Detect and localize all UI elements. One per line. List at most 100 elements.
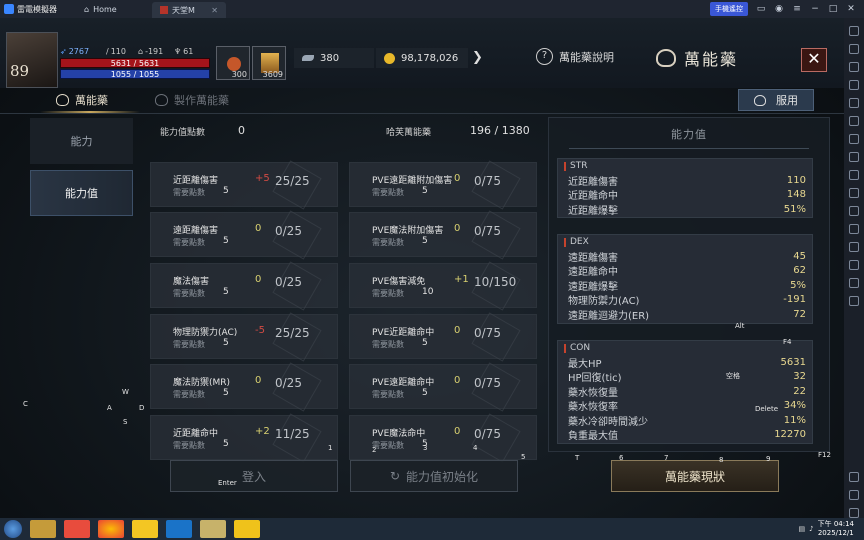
keymap-t: T xyxy=(575,454,580,462)
stat-card-bonus: 0 xyxy=(255,375,262,386)
potion-slot[interactable]: 300 xyxy=(216,46,250,80)
stat-card[interactable]: PVE近距離命中 需要點數 5 0 0/75 xyxy=(349,312,537,362)
stat-card[interactable]: 遠距離傷害 需要點數 5 0 0/25 xyxy=(150,210,338,260)
combat-power: ➶ 2767 xyxy=(60,47,90,56)
stat-card-name: PVE魔法命中 xyxy=(372,429,426,439)
stat-card-need-label: 需要點數 xyxy=(173,289,205,298)
subnav-stats[interactable]: 能力值 xyxy=(30,170,133,216)
keymap-space: 空格 xyxy=(726,372,740,380)
adena-currency: 98,178,026 xyxy=(376,48,468,68)
stat-card-ratio: 0/25 xyxy=(275,376,302,390)
keymap-8: 8 xyxy=(719,456,724,464)
volume-up-icon[interactable] xyxy=(849,62,859,72)
gamepad-icon[interactable]: ▭ xyxy=(756,4,766,14)
keyboard-icon[interactable] xyxy=(849,26,859,36)
drink-icon xyxy=(754,94,766,106)
tab-elixir[interactable]: 萬能藥 xyxy=(56,92,108,108)
keymap-enter: Enter xyxy=(218,479,237,487)
shake-icon[interactable] xyxy=(849,224,859,234)
stat-card-need-label: 需要點數 xyxy=(372,238,404,247)
adena-amount: 98,178,026 xyxy=(401,52,459,64)
keymap-alt: Alt xyxy=(735,322,745,330)
stat-card[interactable]: 魔法防禦(MR) 需要點數 5 0 0/25 xyxy=(150,362,338,412)
stat-card-name: PVE遠距離命中 xyxy=(372,378,435,388)
sync-window-icon[interactable] xyxy=(849,278,859,288)
start-button[interactable] xyxy=(4,520,22,538)
close-window-icon[interactable]: ✕ xyxy=(846,4,856,14)
stat-card-need-label: 需要點數 xyxy=(173,238,205,247)
sort-icon[interactable] xyxy=(849,206,859,216)
network-icon[interactable]: ▤ xyxy=(799,525,806,533)
macro-icon[interactable] xyxy=(849,152,859,162)
sync-icon[interactable] xyxy=(849,134,859,144)
ld-store-icon[interactable] xyxy=(132,520,158,538)
apk-icon[interactable] xyxy=(849,188,859,198)
clock[interactable]: 下午 04:14 2025/12/1 xyxy=(818,520,854,538)
stat-a: /110 xyxy=(106,47,126,56)
folder-icon[interactable] xyxy=(849,242,859,252)
adena-coin-icon xyxy=(384,52,395,64)
stat-card[interactable]: 魔法傷害 需要點數 5 0 0/25 xyxy=(150,261,338,311)
reset-stats-button[interactable]: ↻ 能力值初始化 xyxy=(350,460,518,492)
keyboard-control-button[interactable]: 手機遙控 xyxy=(710,2,748,16)
screenshot-icon[interactable] xyxy=(849,98,859,108)
ldplayer-icon[interactable] xyxy=(234,520,260,538)
stat-card-need-label: 需要點數 xyxy=(173,340,205,349)
trophy-icon: ♆ xyxy=(174,47,182,56)
helmet-icon: ⌂ xyxy=(138,47,144,56)
emulator-titlebar: 雷電模擬器 ⌂ Home 天堂M ✕ 手機遙控 ▭ ◉ ≡ − □ ✕ xyxy=(0,0,864,18)
menu-icon[interactable]: ≡ xyxy=(792,4,802,14)
location-icon[interactable] xyxy=(849,260,859,270)
elixir-icon xyxy=(656,49,676,67)
stat-card-need-label: 需要點數 xyxy=(372,340,404,349)
elixir-help-button[interactable]: ? 萬能藥說明 xyxy=(536,48,614,65)
chevron-right-icon[interactable]: ❯ xyxy=(472,50,483,65)
tab-craft-elixir[interactable]: 製作萬能藥 xyxy=(155,92,229,108)
use-elixir-button[interactable]: 服用 xyxy=(738,89,814,111)
recent-apps-icon[interactable] xyxy=(849,508,859,518)
stat-card-name: PVE傷害減免 xyxy=(372,277,426,287)
subnav-ability[interactable]: 能力 xyxy=(30,118,133,164)
record-icon[interactable] xyxy=(849,116,859,126)
file-explorer-icon[interactable] xyxy=(30,520,56,538)
login-button[interactable]: 登入 xyxy=(170,460,338,492)
panel-title-divider xyxy=(569,148,809,149)
feather-currency: 380 xyxy=(294,48,374,68)
game-screen: 89 ➶ 2767 /110 ⌂ -191 ♆ 61 5631 / 5631 1055… xyxy=(0,18,844,518)
volume-down-icon[interactable] xyxy=(849,80,859,90)
chrome-icon[interactable] xyxy=(98,520,124,538)
scroll-slot[interactable]: 3609 xyxy=(252,46,286,80)
user-icon[interactable]: ◉ xyxy=(774,4,784,14)
stat-card[interactable]: PVE魔法附加傷害 需要點數 5 0 0/75 xyxy=(349,210,537,260)
stat-card-need-label: 需要點數 xyxy=(173,188,205,197)
tab-close-icon[interactable]: ✕ xyxy=(211,6,218,15)
stat-card-ratio: 0/75 xyxy=(474,376,501,390)
home-nav-icon[interactable] xyxy=(849,490,859,500)
scissors-icon[interactable] xyxy=(849,170,859,180)
elixir-status-button[interactable]: 萬能藥現狀 xyxy=(611,460,779,492)
stat-card[interactable]: PVE傷害減免 需要點數 10 +1 10/150 xyxy=(349,261,537,311)
feather-icon xyxy=(302,55,314,61)
media-player-icon[interactable] xyxy=(64,520,90,538)
stat-card[interactable]: 物理防禦力(AC) 需要點數 5 -5 25/25 xyxy=(150,312,338,362)
keymap-d: D xyxy=(139,404,145,412)
minimize-icon[interactable]: − xyxy=(810,4,820,14)
refresh-icon: ↻ xyxy=(389,469,401,483)
stat-card[interactable]: 近距離傷害 需要點數 5 +5 25/25 xyxy=(150,160,338,210)
close-button[interactable]: ✕ xyxy=(801,48,827,72)
more-icon[interactable] xyxy=(849,296,859,306)
back-icon[interactable] xyxy=(849,472,859,482)
emulator-tab-home[interactable]: ⌂ Home xyxy=(76,1,152,17)
stat-card[interactable]: PVE遠距離附加傷害 需要點數 5 0 0/75 xyxy=(349,160,537,210)
add-icon[interactable] xyxy=(849,44,859,54)
stat-card-ratio: 0/75 xyxy=(474,326,501,340)
stat-card-ratio: 25/25 xyxy=(275,326,310,340)
emulator-tab-game[interactable]: 天堂M ✕ xyxy=(152,2,226,18)
maximize-icon[interactable]: □ xyxy=(828,4,838,14)
edge-icon[interactable] xyxy=(166,520,192,538)
group-header: DEX xyxy=(558,235,812,249)
volume-icon[interactable]: ♪ xyxy=(809,525,813,533)
folder-app-icon[interactable] xyxy=(200,520,226,538)
stat-card[interactable]: PVE遠距離命中 需要點數 5 0 0/75 xyxy=(349,362,537,412)
keymap-delete: Delete xyxy=(755,405,778,413)
